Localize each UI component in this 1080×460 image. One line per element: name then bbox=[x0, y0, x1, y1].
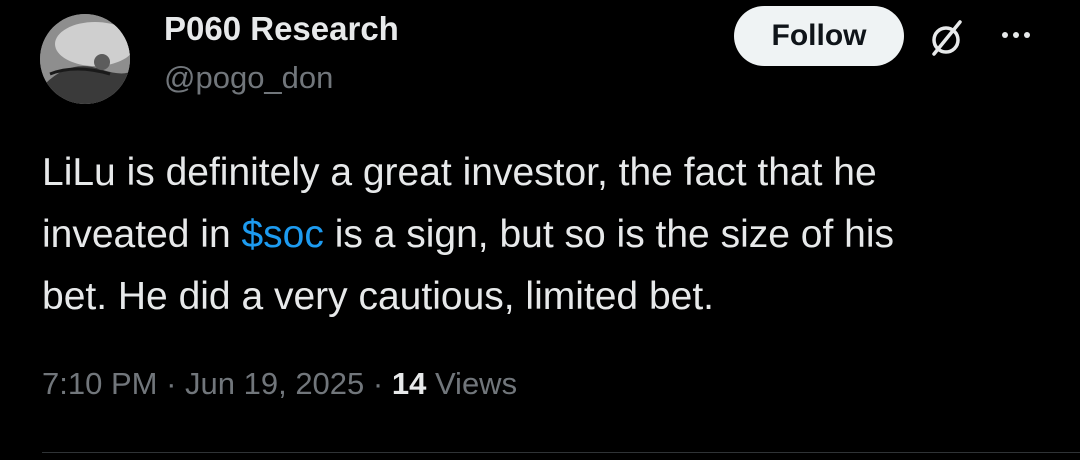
author-handle[interactable]: @pogo_don bbox=[164, 60, 333, 96]
avatar-image bbox=[40, 14, 130, 104]
grok-icon[interactable] bbox=[924, 16, 968, 60]
cashtag-link[interactable]: $soc bbox=[241, 213, 323, 256]
views-count[interactable]: 14 bbox=[392, 366, 426, 401]
more-options-icon[interactable] bbox=[994, 20, 1038, 50]
tweet-line: LiLu is definitely a great investor, the… bbox=[42, 151, 877, 194]
tweet-text: LiLu is definitely a great investor, the… bbox=[42, 142, 1042, 328]
author-avatar[interactable] bbox=[40, 14, 130, 104]
dot bbox=[1013, 32, 1019, 38]
tweet-date[interactable]: Jun 19, 2025 bbox=[185, 366, 364, 401]
follow-button[interactable]: Follow bbox=[734, 6, 904, 66]
views-label: Views bbox=[426, 366, 518, 401]
separator: · bbox=[157, 366, 186, 401]
author-display-name[interactable]: P060 Research bbox=[164, 10, 399, 48]
dot bbox=[1002, 32, 1008, 38]
separator: · bbox=[364, 366, 392, 401]
tweet-text-segment: is a sign, but so is the size of his bbox=[323, 213, 894, 256]
tweet-text-segment: inveated in bbox=[42, 213, 242, 256]
tweet-line: bet. He did a very cautious, limited bet… bbox=[42, 275, 715, 318]
tweet-metadata: 7:10 PM · Jun 19, 2025 · 14 Views bbox=[42, 366, 517, 402]
dot bbox=[1024, 32, 1030, 38]
divider bbox=[42, 452, 1080, 453]
tweet-line: inveated in $soc is a sign, but so is th… bbox=[42, 204, 1042, 266]
tweet-time[interactable]: 7:10 PM bbox=[42, 366, 157, 401]
